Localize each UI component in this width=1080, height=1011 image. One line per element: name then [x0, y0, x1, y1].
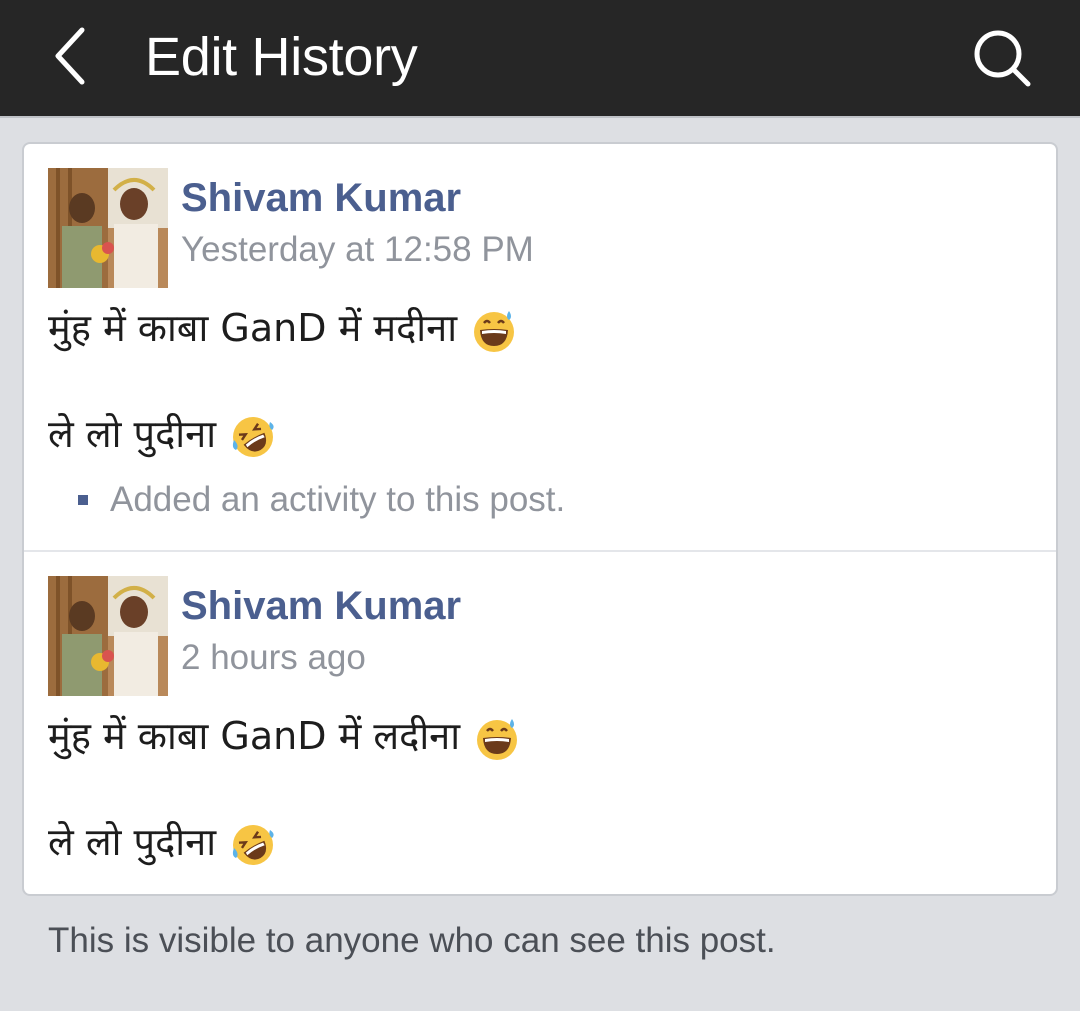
search-button[interactable]: [970, 26, 1034, 90]
edit-entry: Shivam Kumar 2 hours ago मुंह में काबा G…: [24, 552, 1056, 896]
avatar[interactable]: [48, 168, 168, 288]
rolling-on-floor-laughing-emoji: [230, 822, 276, 868]
author-name[interactable]: Shivam Kumar: [181, 582, 461, 630]
post-line: मुंह में काबा GanD में मदीना: [48, 304, 517, 354]
activity-bullet: [78, 495, 88, 505]
author-name[interactable]: Shivam Kumar: [181, 174, 461, 222]
search-icon: [974, 30, 1031, 87]
top-app-bar: Edit History: [0, 0, 1080, 118]
edit-history-card: Shivam Kumar Yesterday at 12:58 PM मुंह …: [22, 142, 1058, 896]
post-line: मुंह में काबा GanD में लदीना: [48, 712, 520, 762]
grinning-sweat-emoji: [471, 308, 517, 354]
timestamp[interactable]: 2 hours ago: [181, 636, 366, 680]
edit-entry: Shivam Kumar Yesterday at 12:58 PM मुंह …: [24, 144, 1056, 552]
post-text: मुंह में काबा GanD में मदीना: [48, 306, 458, 350]
avatar[interactable]: [48, 576, 168, 696]
grinning-sweat-emoji: [474, 716, 520, 762]
timestamp[interactable]: Yesterday at 12:58 PM: [181, 228, 534, 272]
back-button[interactable]: [48, 24, 96, 88]
edit-note: Added an activity to this post.: [110, 480, 566, 519]
profile-photo: [48, 168, 168, 288]
post-text: ले लो पुदीना: [48, 412, 217, 456]
post-text: मुंह में काबा GanD में लदीना: [48, 714, 461, 758]
post-line: ले लो पुदीना: [48, 410, 276, 460]
rolling-on-floor-laughing-emoji: [230, 414, 276, 460]
chevron-left-icon: [55, 27, 85, 85]
post-text: ले लो पुदीना: [48, 820, 217, 864]
visibility-note: This is visible to anyone who can see th…: [48, 921, 776, 960]
page-title: Edit History: [145, 27, 418, 87]
profile-photo: [48, 576, 168, 696]
post-line: ले लो पुदीना: [48, 818, 276, 868]
